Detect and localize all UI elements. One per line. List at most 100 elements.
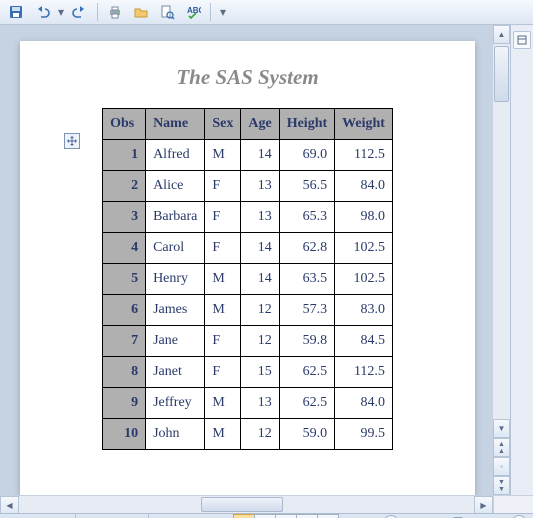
cell-age: 13	[241, 202, 279, 233]
spellcheck-button[interactable]: ABC	[181, 0, 205, 24]
cell-sex: M	[205, 264, 241, 295]
cell-weight: 102.5	[335, 233, 393, 264]
column-header: Obs	[103, 109, 146, 140]
cell-height: 62.8	[279, 233, 334, 264]
cell-obs: 2	[103, 171, 146, 202]
cell-obs: 6	[103, 295, 146, 326]
cell-name: James	[146, 295, 205, 326]
word-count[interactable]: Words: 193	[76, 514, 149, 518]
cell-sex: F	[205, 233, 241, 264]
column-header: Sex	[205, 109, 241, 140]
quick-access-toolbar: ▾ ABC ▾	[0, 0, 533, 25]
table-row: 5HenryM1463.5102.5	[103, 264, 393, 295]
cell-age: 12	[241, 295, 279, 326]
cell-obs: 7	[103, 326, 146, 357]
cell-sex: M	[205, 419, 241, 450]
print-preview-button[interactable]	[155, 0, 179, 24]
draft-view-button[interactable]	[317, 514, 339, 518]
cell-name: Alice	[146, 171, 205, 202]
undo-dropdown-icon[interactable]: ▾	[56, 5, 66, 19]
table-row: 4CarolF1462.8102.5	[103, 233, 393, 264]
table-row: 2AliceF1356.584.0	[103, 171, 393, 202]
table-row: 9JeffreyM1362.584.0	[103, 388, 393, 419]
cell-name: Jane	[146, 326, 205, 357]
cell-height: 62.5	[279, 357, 334, 388]
page: The SAS System ObsNameSexAgeHeightWeight…	[20, 41, 475, 495]
undo-button[interactable]	[30, 0, 54, 24]
cell-obs: 3	[103, 202, 146, 233]
cell-height: 65.3	[279, 202, 334, 233]
column-header: Name	[146, 109, 205, 140]
page-indicator[interactable]: Page: 1 of 2	[0, 514, 76, 518]
prev-page-button[interactable]: ▲▲	[493, 438, 510, 457]
cell-sex: M	[205, 388, 241, 419]
next-page-button[interactable]: ▼▼	[493, 476, 510, 495]
status-bar: Page: 1 of 2 Words: 193 100% − +	[0, 513, 533, 518]
print-layout-view-button[interactable]	[233, 514, 255, 518]
cell-weight: 102.5	[335, 264, 393, 295]
customize-qat-icon[interactable]: ▾	[216, 5, 230, 19]
cell-obs: 4	[103, 233, 146, 264]
scroll-track[interactable]	[493, 44, 510, 419]
svg-text:ABC: ABC	[187, 6, 201, 15]
scroll-down-button[interactable]: ▼	[493, 419, 510, 438]
cell-weight: 99.5	[335, 419, 393, 450]
cell-age: 13	[241, 171, 279, 202]
table-row: 1AlfredM1469.0112.5	[103, 140, 393, 171]
cell-weight: 83.0	[335, 295, 393, 326]
cell-weight: 98.0	[335, 202, 393, 233]
outline-view-button[interactable]	[296, 514, 318, 518]
task-pane-button[interactable]	[513, 31, 531, 49]
cell-weight: 112.5	[335, 140, 393, 171]
hscroll-track[interactable]	[19, 496, 474, 513]
table-row: 3BarbaraF1365.398.0	[103, 202, 393, 233]
table-row: 8JanetF1562.5112.5	[103, 357, 393, 388]
table-row: 6JamesM1257.383.0	[103, 295, 393, 326]
web-layout-view-button[interactable]	[275, 514, 297, 518]
page-title: The SAS System	[20, 65, 475, 90]
scroll-up-button[interactable]: ▲	[493, 25, 510, 44]
view-buttons	[230, 514, 343, 518]
horizontal-scrollbar[interactable]: ◀ ▶	[0, 495, 533, 513]
vertical-scrollbar[interactable]: ▲ ▼ ▲▲ ◦ ▼▼	[492, 25, 510, 495]
cell-sex: F	[205, 357, 241, 388]
cell-sex: F	[205, 202, 241, 233]
hscroll-thumb[interactable]	[201, 497, 283, 512]
cell-weight: 84.0	[335, 388, 393, 419]
cell-age: 12	[241, 326, 279, 357]
cell-obs: 10	[103, 419, 146, 450]
open-button[interactable]	[129, 0, 153, 24]
cell-height: 59.0	[279, 419, 334, 450]
cell-sex: M	[205, 295, 241, 326]
redo-button[interactable]	[68, 0, 92, 24]
cell-obs: 8	[103, 357, 146, 388]
print-button[interactable]	[103, 0, 127, 24]
browse-object-button[interactable]: ◦	[493, 457, 510, 476]
fullscreen-reading-view-button[interactable]	[254, 514, 276, 518]
cell-weight: 112.5	[335, 357, 393, 388]
cell-age: 13	[241, 388, 279, 419]
table-row: 10JohnM1259.099.5	[103, 419, 393, 450]
table-row: 7JaneF1259.884.5	[103, 326, 393, 357]
save-button[interactable]	[4, 0, 28, 24]
cell-name: Jeffrey	[146, 388, 205, 419]
document-area: The SAS System ObsNameSexAgeHeightWeight…	[0, 25, 533, 495]
cell-age: 12	[241, 419, 279, 450]
cell-weight: 84.0	[335, 171, 393, 202]
cell-obs: 5	[103, 264, 146, 295]
cell-obs: 9	[103, 388, 146, 419]
table-anchor-icon[interactable]	[64, 133, 80, 149]
cell-height: 69.0	[279, 140, 334, 171]
cell-name: Janet	[146, 357, 205, 388]
scroll-thumb[interactable]	[494, 46, 509, 102]
column-header: Age	[241, 109, 279, 140]
column-header: Height	[279, 109, 334, 140]
cell-name: Alfred	[146, 140, 205, 171]
cell-obs: 1	[103, 140, 146, 171]
cell-name: Barbara	[146, 202, 205, 233]
data-table: ObsNameSexAgeHeightWeight 1AlfredM1469.0…	[102, 108, 393, 450]
cell-height: 57.3	[279, 295, 334, 326]
cell-height: 63.5	[279, 264, 334, 295]
cell-name: Carol	[146, 233, 205, 264]
cell-age: 14	[241, 140, 279, 171]
